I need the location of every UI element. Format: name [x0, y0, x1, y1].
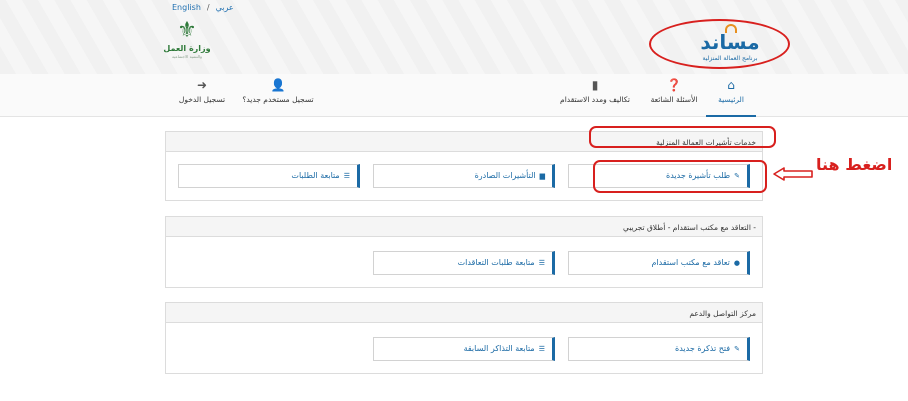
ministry-name: وزارة العمل	[163, 44, 211, 53]
track-contracts-button[interactable]: متابعة طلبات التعاقدات ☰	[373, 251, 555, 275]
nav-login[interactable]: ➜ تسجيل الدخول	[172, 78, 232, 104]
panel-title: التعاقد مع مكتب استقدام - أطلاق تجريبي -	[166, 217, 762, 237]
lang-english-link[interactable]: English	[172, 3, 201, 12]
button-label: التأشيرات الصادرة	[474, 171, 536, 180]
header: English / عربي ⚜ وزارة العمل والتنمية ال…	[0, 0, 908, 74]
nav-faq[interactable]: ❓ الأسئلة الشائعة	[648, 78, 700, 104]
lang-separator: /	[206, 3, 210, 12]
section-title-highlight	[589, 126, 776, 148]
check-circle-icon: ●	[733, 259, 740, 267]
arrow-left-icon	[773, 167, 813, 181]
language-switcher: English / عربي	[172, 3, 234, 12]
contract-office-button[interactable]: تعاقد مع مكتب استقدام ●	[568, 251, 750, 275]
nav-register[interactable]: 👤 تسجيل مستخدم جديد؟	[238, 78, 318, 104]
nav-costs[interactable]: ▮ تكاليف ومدد الاستقدام	[552, 78, 638, 104]
button-label: متابعة الطلبات	[291, 171, 340, 180]
ministry-logo[interactable]: ⚜ وزارة العمل والتنمية الاجتماعية	[163, 20, 211, 66]
ministry-subtitle: والتنمية الاجتماعية	[172, 54, 202, 59]
button-label: متابعة التذاكر السابقة	[463, 344, 535, 353]
list-icon: ☰	[538, 345, 545, 353]
click-here-annotation: اضغط هنا	[816, 155, 893, 174]
file-icon: ▆	[539, 172, 545, 180]
button-label: تعاقد مع مكتب استقدام	[651, 258, 730, 267]
logo-highlight-ellipse	[649, 19, 790, 69]
panel-title: مركز التواصل والدعم	[166, 303, 762, 323]
question-circle-icon: ❓	[666, 78, 682, 92]
button-label: متابعة طلبات التعاقدات	[457, 258, 535, 267]
list-icon: ☰	[538, 259, 545, 267]
lang-arabic-link[interactable]: عربي	[216, 3, 234, 12]
palm-tree-icon: ⚜	[177, 18, 197, 43]
home-icon: ⌂	[727, 78, 735, 92]
nav-costs-label: تكاليف ومدد الاستقدام	[560, 95, 630, 104]
new-visa-highlight	[593, 160, 767, 193]
button-label: فتح تذكرة جديدة	[675, 344, 731, 353]
main-navbar: ⌂ الرئيسية ❓ الأسئلة الشائعة ▮ تكاليف وم…	[0, 74, 908, 117]
edit-icon: ✎	[734, 345, 740, 353]
previous-tickets-button[interactable]: متابعة التذاكر السابقة ☰	[373, 337, 555, 361]
nav-login-label: تسجيل الدخول	[178, 95, 226, 104]
login-icon: ➜	[196, 78, 208, 92]
nav-register-label: تسجيل مستخدم جديد؟	[242, 95, 314, 104]
nav-faq-label: الأسئلة الشائعة	[650, 95, 698, 104]
user-plus-icon: 👤	[270, 78, 286, 92]
document-icon: ▮	[591, 78, 599, 92]
list-icon: ☰	[343, 172, 350, 180]
nav-home[interactable]: ⌂ الرئيسية	[706, 78, 756, 117]
track-requests-button[interactable]: متابعة الطلبات ☰	[178, 164, 360, 188]
issued-visas-button[interactable]: التأشيرات الصادرة ▆	[373, 164, 555, 188]
nav-home-label: الرئيسية	[718, 95, 744, 104]
new-ticket-button[interactable]: فتح تذكرة جديدة ✎	[568, 337, 750, 361]
